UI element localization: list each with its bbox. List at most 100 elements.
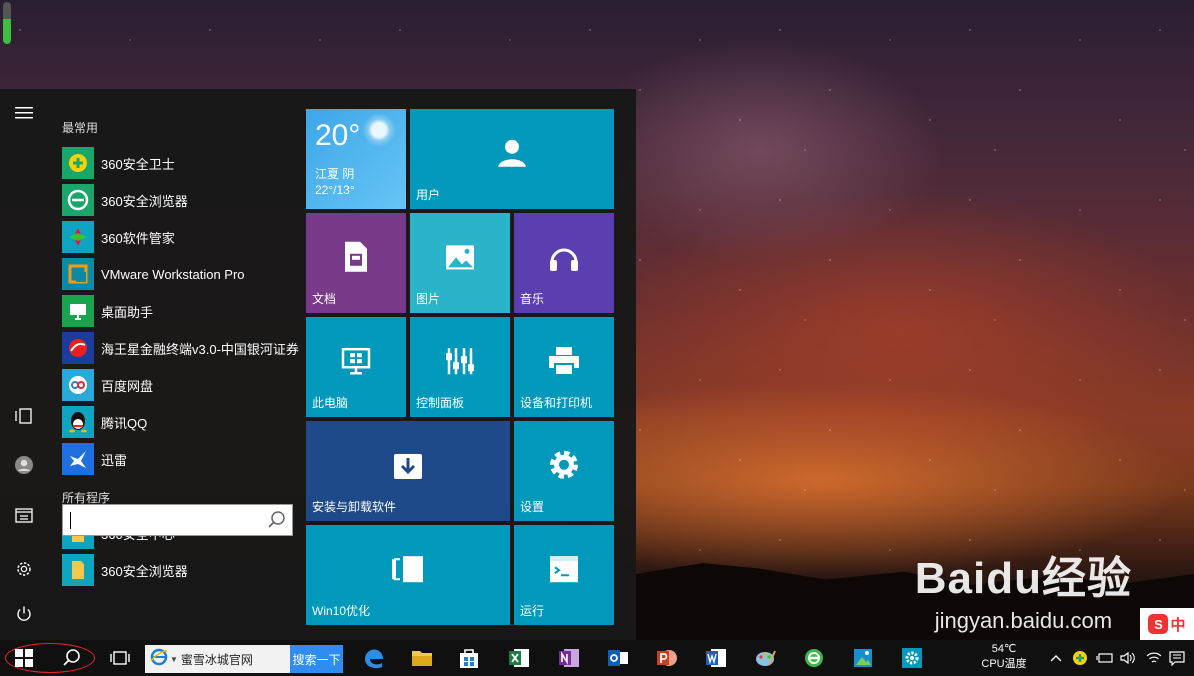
tile-settings[interactable]: 设置 — [514, 421, 614, 521]
tile-control-panel[interactable]: 控制面板 — [410, 317, 510, 417]
user-account-icon[interactable] — [12, 453, 36, 477]
wifi-icon[interactable] — [1144, 640, 1164, 676]
tile-this-pc[interactable]: 此电脑 — [306, 317, 406, 417]
action-center-icon[interactable] — [1166, 640, 1188, 676]
user-icon — [496, 137, 528, 174]
optimize-icon — [391, 555, 425, 588]
tile-install-uninstall[interactable]: 安装与卸载软件 — [306, 421, 510, 521]
app-360-software-manager[interactable]: 360软件管家 — [62, 220, 298, 254]
store-icon[interactable] — [455, 640, 483, 676]
tile-label: 设备和打印机 — [520, 396, 593, 410]
file-explorer-taskbar-icon[interactable] — [408, 640, 436, 676]
tile-label: Win10优化 — [312, 604, 371, 618]
settings-gear-icon[interactable] — [12, 557, 36, 581]
360-tray-icon[interactable] — [1070, 640, 1090, 676]
onenote-icon[interactable] — [555, 640, 583, 676]
photos-icon[interactable] — [849, 640, 877, 676]
excel-icon[interactable] — [505, 640, 533, 676]
chevron-up-icon[interactable] — [1047, 640, 1065, 676]
windows-start-icon[interactable] — [10, 640, 38, 676]
app-desktop-assistant[interactable]: 桌面助手 — [62, 294, 298, 328]
dropdown-arrow-icon: ▼ — [170, 654, 178, 664]
taskbar: ▼ 蜜雪冰城官网 搜索一下 54℃ CPU温度 — [0, 640, 1194, 676]
settings-taskbar-icon[interactable] — [898, 640, 926, 676]
file-explorer-icon[interactable] — [12, 503, 36, 527]
headphones-icon — [548, 242, 580, 277]
gear-icon — [548, 449, 580, 486]
tablet-mode-icon[interactable] — [12, 404, 36, 428]
taskbar-search-icon[interactable] — [58, 640, 86, 676]
picture-icon — [445, 244, 475, 275]
search-icon[interactable] — [267, 510, 287, 535]
tile-devices-printers[interactable]: 设备和打印机 — [514, 317, 614, 417]
start-menu: 最常用 360安全卫士 360安全浏览器 360软件管家 VMware Work… — [0, 89, 636, 640]
app-360-safe-guard[interactable]: 360安全卫士 — [62, 146, 298, 180]
app-vmware[interactable]: VMware Workstation Pro — [62, 257, 298, 291]
folder-icon — [62, 554, 94, 586]
ime-toolbar[interactable]: S 中 — [1140, 608, 1194, 640]
tile-label: 控制面板 — [416, 396, 465, 410]
app-neptune-finance[interactable]: 海王星金融终端v3.0-中国银河证券 — [62, 331, 299, 365]
app-label: 360安全浏览器 — [101, 193, 188, 209]
xunlei-icon — [62, 443, 94, 475]
desktop-assistant-icon — [62, 295, 94, 327]
app-label: 百度网盘 — [101, 378, 154, 394]
app-label: 迅雷 — [101, 452, 128, 468]
weather-range: 22°/13° — [315, 183, 355, 197]
battery-icon[interactable] — [1095, 640, 1115, 676]
weather-location: 江夏 阴 — [315, 167, 355, 181]
baidu-netdisk-icon — [62, 369, 94, 401]
weather-tile[interactable]: 20° 江夏 阴 22°/13° — [306, 109, 406, 209]
360-software-manager-icon — [62, 221, 94, 253]
app-list: 最常用 360安全卫士 360安全浏览器 360软件管家 VMware Work… — [48, 89, 299, 640]
run-window-icon — [549, 555, 579, 588]
watermark-brand: Baidu经验 — [914, 554, 1132, 603]
search-button[interactable]: 搜索一下 — [290, 645, 343, 673]
app-label: 360安全卫士 — [101, 156, 175, 172]
qq-icon — [62, 406, 94, 438]
app-xunlei[interactable]: 迅雷 — [62, 442, 298, 476]
word-icon[interactable] — [702, 640, 730, 676]
memory-gauge-widget[interactable] — [3, 2, 11, 44]
hamburger-menu-icon[interactable] — [12, 101, 36, 125]
neptune-finance-icon — [62, 332, 94, 364]
tile-label: 音乐 — [520, 292, 545, 306]
app-360-browser[interactable]: 360安全浏览器 — [62, 183, 298, 217]
app-label: 桌面助手 — [101, 304, 154, 320]
app-baidu-netdisk[interactable]: 百度网盘 — [62, 368, 298, 402]
baidu-jingyan-watermark: Baidu经验 jingyan.baidu.com — [915, 542, 1132, 634]
360-taskbar-icon[interactable] — [800, 640, 828, 676]
app-label: VMware Workstation Pro — [101, 266, 245, 282]
ime-mode-label: 中 — [1170, 616, 1186, 634]
app-tencent-qq[interactable]: 腾讯QQ — [62, 405, 298, 439]
tile-documents[interactable]: 文档 — [306, 213, 406, 313]
sun-icon — [362, 113, 396, 147]
app-label: 360安全浏览器 — [101, 563, 188, 579]
power-icon[interactable] — [12, 602, 36, 626]
start-search-box[interactable] — [62, 504, 293, 536]
tile-pictures[interactable]: 图片 — [410, 213, 510, 313]
bookmark-text: 蜜雪冰城官网 — [180, 652, 253, 667]
tile-label: 图片 — [416, 292, 441, 306]
browser-bookmark-bar[interactable]: ▼ 蜜雪冰城官网 — [145, 645, 290, 673]
watermark-url: jingyan.baidu.com — [934, 608, 1113, 633]
tile-run[interactable]: 运行 — [514, 525, 614, 625]
outlook-icon[interactable] — [604, 640, 632, 676]
tile-label: 用户 — [416, 188, 441, 202]
edge-browser-icon[interactable] — [360, 640, 388, 676]
text-caret — [70, 512, 71, 529]
volume-icon[interactable] — [1118, 640, 1138, 676]
powerpoint-icon[interactable] — [653, 640, 681, 676]
app-folder-360-browser[interactable]: 360安全浏览器 — [62, 553, 298, 587]
sliders-icon — [444, 347, 476, 380]
task-view-icon[interactable] — [106, 640, 134, 676]
start-menu-rail — [0, 89, 48, 640]
tile-users[interactable]: 用户 — [410, 109, 614, 209]
cpu-temp-value: 54℃ — [991, 643, 1017, 655]
tile-win10-optimize[interactable]: Win10优化 — [306, 525, 510, 625]
tile-music[interactable]: 音乐 — [514, 213, 614, 313]
tile-label: 此电脑 — [312, 396, 349, 410]
paint-icon[interactable] — [751, 640, 779, 676]
document-icon — [343, 241, 369, 278]
cpu-temperature-widget[interactable]: 54℃ CPU温度 — [978, 642, 1030, 672]
